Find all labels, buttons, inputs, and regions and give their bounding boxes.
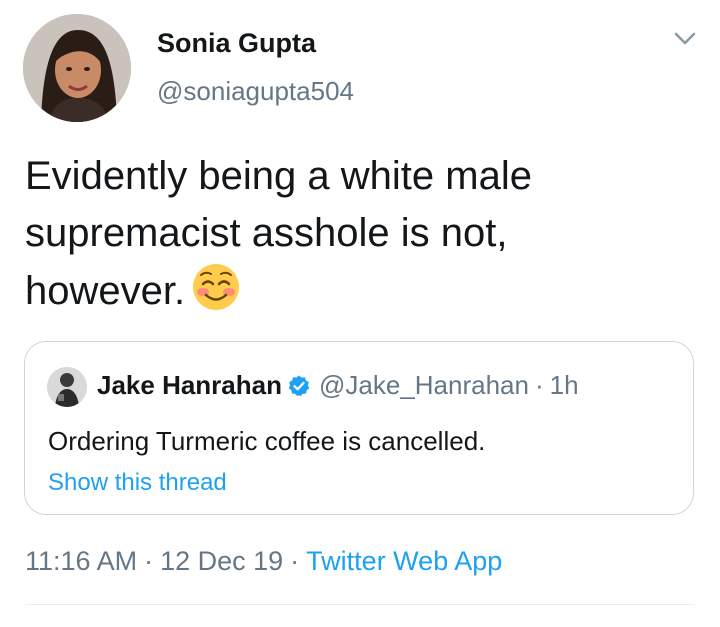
quoted-avatar-photo bbox=[47, 367, 87, 407]
quoted-author-handle[interactable]: @Jake_Hanrahan bbox=[319, 370, 529, 401]
author-handle[interactable]: @soniagupta504 bbox=[157, 76, 354, 107]
avatar-photo bbox=[23, 14, 131, 122]
author-name[interactable]: Sonia Gupta bbox=[157, 28, 316, 59]
chevron-down-icon[interactable] bbox=[672, 28, 698, 50]
smiling-face-with-blush-icon bbox=[191, 262, 241, 312]
tweet-time[interactable]: 11:16 AM bbox=[25, 546, 137, 576]
show-thread-link[interactable]: Show this thread bbox=[48, 469, 227, 497]
tweet-body: Evidently being a white male supremacist… bbox=[25, 148, 675, 320]
quoted-author-name[interactable]: Jake Hanrahan bbox=[97, 370, 282, 401]
divider bbox=[25, 604, 695, 605]
meta-separator: · bbox=[290, 546, 300, 576]
quoted-tweet-text: Ordering Turmeric coffee is cancelled. bbox=[48, 426, 486, 456]
quoted-author-avatar[interactable] bbox=[47, 367, 87, 407]
verified-badge-icon bbox=[288, 375, 310, 396]
meta-separator: · bbox=[144, 546, 154, 576]
quoted-timestamp[interactable]: 1h bbox=[550, 370, 579, 401]
quoted-tweet[interactable]: Jake Hanrahan @Jake_Hanrahan · 1h Orderi… bbox=[24, 341, 694, 515]
tweet-source-link[interactable]: Twitter Web App bbox=[306, 546, 502, 576]
tweet-metadata: 11:16 AM · 12 Dec 19 · Twitter Web App bbox=[25, 546, 502, 577]
quoted-header: Jake Hanrahan @Jake_Hanrahan · 1h bbox=[97, 370, 579, 401]
tweet-card: Sonia Gupta @soniagupta504 Evidently bei… bbox=[0, 0, 720, 627]
tweet-text: Evidently being a white male supremacist… bbox=[25, 154, 532, 313]
quoted-separator: · bbox=[534, 370, 544, 400]
tweet-date[interactable]: 12 Dec 19 bbox=[160, 546, 283, 576]
author-avatar[interactable] bbox=[23, 14, 131, 122]
